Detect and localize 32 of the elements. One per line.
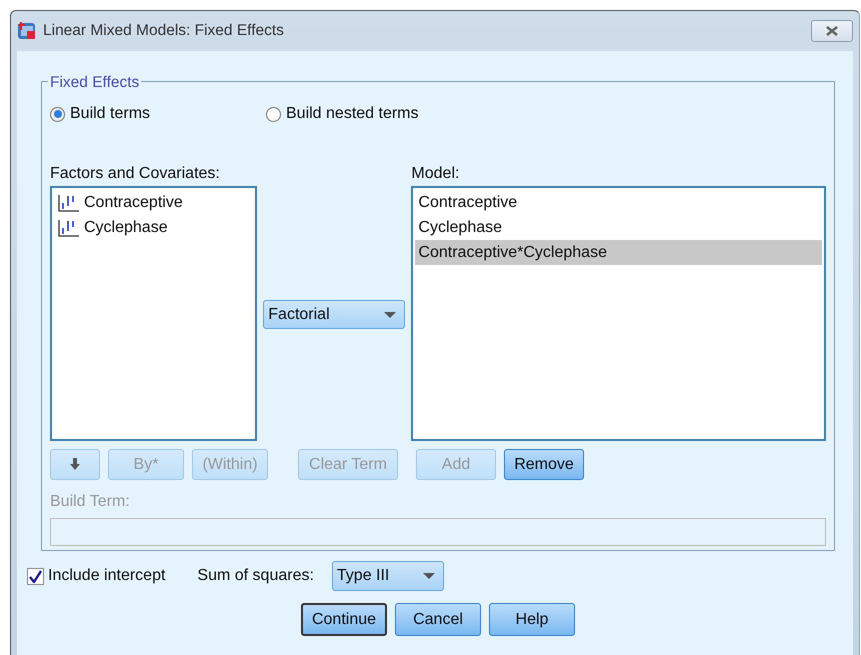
- list-item[interactable]: Cyclephase: [54, 215, 254, 240]
- bar-chart-icon: [57, 218, 79, 238]
- model-list[interactable]: Contraceptive Cyclephase Contraceptive*Cyclephase: [411, 186, 826, 441]
- list-item[interactable]: Contraceptive*Cyclephase: [415, 240, 822, 265]
- close-icon: [825, 26, 839, 36]
- list-item[interactable]: Contraceptive: [54, 190, 254, 215]
- term-type-dropdown[interactable]: Factorial: [263, 300, 406, 329]
- radio-button[interactable]: Build nested terms: [266, 102, 419, 126]
- check-icon: [29, 570, 42, 582]
- build-term-label: Build Term:: [50, 492, 131, 512]
- sum-of-squares-label: Sum of squares:: [197, 566, 314, 586]
- bar-chart-icon: [57, 192, 79, 212]
- list-label: Model:: [411, 164, 460, 184]
- list-label: Factors and Covariates:: [50, 164, 221, 184]
- arrow-icon: [69, 457, 81, 472]
- app-icon: [17, 21, 37, 41]
- build-term-field[interactable]: [50, 518, 826, 546]
- sum-of-squares-dropdown[interactable]: Type III: [332, 561, 444, 591]
- dialog-button[interactable]: Cancel: [395, 603, 481, 636]
- close-button[interactable]: [811, 20, 853, 42]
- dialog-button[interactable]: Help: [489, 603, 575, 636]
- checkbox[interactable]: [27, 568, 44, 584]
- checkbox-label: Include intercept: [48, 566, 166, 586]
- window-title: Linear Mixed Models: Fixed Effects: [43, 21, 284, 42]
- radio-button[interactable]: Build terms: [50, 102, 150, 126]
- caret-icon: [384, 312, 396, 318]
- remove-button[interactable]: Remove: [504, 449, 584, 480]
- list-item[interactable]: Cyclephase: [415, 215, 822, 240]
- factors-list[interactable]: Contraceptive Cyclephase: [50, 186, 258, 441]
- dialog-button[interactable]: Continue: [301, 603, 387, 636]
- list-item[interactable]: Contraceptive: [415, 190, 822, 215]
- caret-icon: [422, 573, 435, 579]
